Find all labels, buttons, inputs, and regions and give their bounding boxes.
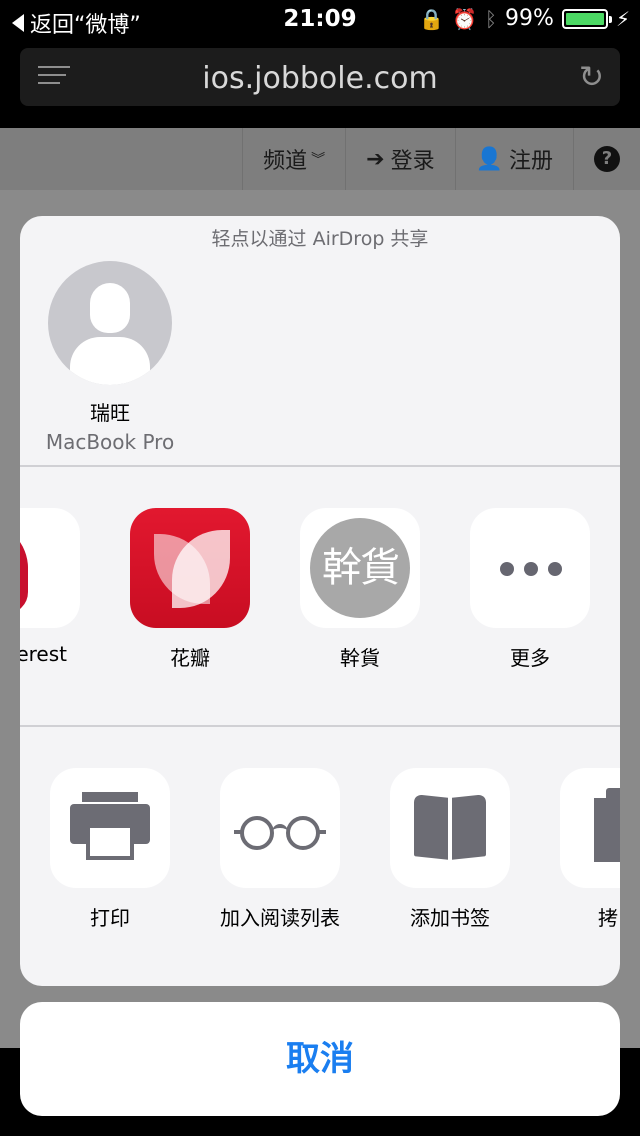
action-label: 拷	[598, 906, 618, 930]
battery-icon	[561, 8, 612, 29]
app-pinterest[interactable]	[20, 508, 80, 628]
action-bookmark[interactable]	[390, 768, 510, 888]
rotation-lock-icon: 🔒	[419, 6, 445, 31]
share-apps-row: erest 花瓣 幹貨 幹貨 更多	[20, 508, 620, 708]
action-print[interactable]	[50, 768, 170, 888]
contact-device: MacBook Pro	[45, 430, 175, 454]
action-label: 加入阅读列表	[220, 906, 340, 930]
app-ganhuo[interactable]: 幹貨	[300, 508, 420, 628]
reload-icon[interactable]: ↻	[579, 60, 604, 95]
more-icon	[500, 562, 562, 576]
status-bar: 返回“微博” 21:09 🔒 ⏰ ᛒ 99% ⚡	[0, 0, 640, 40]
action-label: 添加书签	[410, 906, 490, 930]
app-huaban[interactable]	[130, 508, 250, 628]
bluetooth-icon: ᛒ	[485, 6, 498, 31]
cancel-button[interactable]: 取消	[20, 1002, 620, 1116]
app-label: 更多	[510, 646, 550, 670]
share-sheet: 轻点以通过 AirDrop 共享 瑞旺 MacBook Pro erest 花瓣…	[20, 216, 620, 986]
add-user-icon: 👤	[475, 146, 503, 172]
ganhuo-icon: 幹貨	[310, 518, 410, 618]
action-label: 打印	[90, 906, 130, 930]
action-copy[interactable]	[560, 768, 620, 888]
divider	[20, 725, 620, 727]
share-actions-row: 打印 加入阅读列表 添加书签 拷	[20, 768, 620, 968]
nav-help[interactable]: ?	[573, 128, 640, 190]
divider	[20, 465, 620, 467]
app-more[interactable]	[470, 508, 590, 628]
nav-channels[interactable]: 频道 ︾	[242, 128, 345, 190]
url-text: ios.jobbole.com	[202, 61, 438, 96]
charging-icon: ⚡	[615, 6, 630, 31]
airdrop-title: 轻点以通过 AirDrop 共享	[211, 228, 429, 250]
nav-login[interactable]: ➔ 登录	[345, 128, 454, 190]
avatar	[48, 261, 172, 385]
help-icon: ?	[594, 146, 620, 172]
battery-percent: 99%	[505, 6, 554, 31]
alarm-icon: ⏰	[452, 6, 478, 31]
address-bar[interactable]: ios.jobbole.com ↻	[20, 48, 620, 106]
app-label: erest	[20, 642, 67, 666]
login-icon: ➔	[366, 146, 385, 172]
contact-name: 瑞旺	[90, 401, 130, 425]
action-reading-list[interactable]	[220, 768, 340, 888]
nav-register[interactable]: 👤 注册	[454, 128, 573, 190]
airdrop-contact[interactable]: 瑞旺 MacBook Pro	[40, 261, 180, 454]
app-label: 幹貨	[340, 646, 380, 670]
site-nav: 频道 ︾ ➔ 登录 👤 注册 ?	[0, 128, 640, 190]
app-label: 花瓣	[170, 646, 210, 670]
chevron-down-icon: ︾	[311, 152, 326, 168]
